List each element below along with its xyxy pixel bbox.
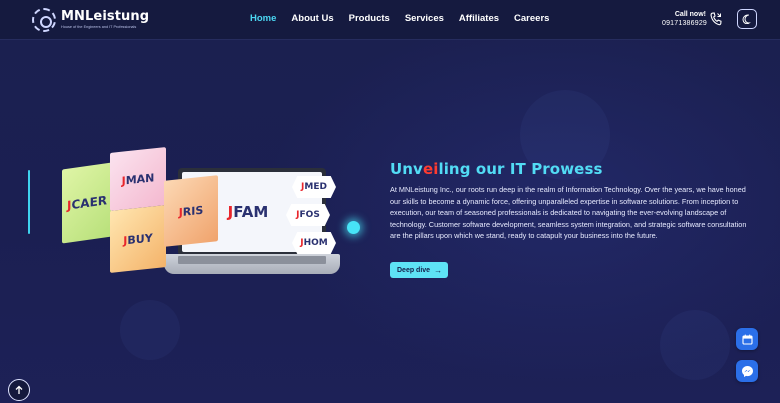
product-hex-fos: J FOS	[286, 204, 330, 226]
calendar-icon	[741, 334, 753, 345]
hex-label: HOM	[303, 238, 328, 248]
hero-title-suffix: ling our IT Prowess	[438, 160, 603, 178]
messenger-button[interactable]	[736, 360, 758, 382]
theme-toggle-button[interactable]	[737, 9, 757, 29]
hero-title-prefix: Unv	[390, 160, 423, 178]
call-now[interactable]: Call now! 09171386929	[662, 10, 708, 28]
card-label: MAN	[125, 170, 155, 187]
card-label: BUY	[127, 230, 153, 247]
deep-dive-label: Deep dive	[397, 266, 431, 274]
brand-name: MNLeistung	[61, 9, 150, 24]
gear-logo-icon	[32, 8, 56, 32]
main-nav: Home About Us Products Services Affiliat…	[250, 13, 564, 25]
bokeh-decoration	[120, 300, 180, 360]
navbar: MNLeistung House of the Engineers and IT…	[0, 0, 780, 40]
moon-icon	[742, 14, 751, 24]
arrow-right-icon: →	[434, 265, 443, 275]
bokeh-decoration	[660, 310, 730, 380]
card-label: CAER	[71, 193, 107, 213]
hero-title: Unveiling our IT Prowess	[390, 160, 603, 178]
hero-description: At MNLeistung Inc., our roots run deep i…	[390, 185, 747, 241]
product-hex-med: J MED	[292, 176, 336, 198]
product-card-ris: J RIS	[164, 175, 218, 247]
nav-services[interactable]: Services	[405, 13, 444, 25]
product-card-buy: J BUY	[110, 205, 166, 273]
call-now-label: Call now!	[674, 11, 706, 18]
nav-products[interactable]: Products	[349, 13, 390, 25]
brand-text: MNLeistung House of the Engineers and IT…	[61, 10, 149, 30]
deep-dive-button[interactable]: Deep dive →	[390, 262, 449, 278]
glow-dot	[347, 221, 360, 234]
scroll-to-top-button[interactable]	[8, 379, 30, 401]
nav-careers[interactable]: Careers	[514, 13, 549, 25]
card-label: FAM	[233, 203, 269, 221]
brand-logo[interactable]: MNLeistung House of the Engineers and IT…	[32, 6, 149, 34]
product-hex-hom: J HOM	[292, 232, 336, 254]
product-card-fam: J FAM	[218, 192, 278, 232]
phone-icon[interactable]	[710, 12, 722, 26]
product-card-caer: J CAER	[62, 162, 112, 244]
hex-label: MED	[304, 182, 327, 192]
brand-tagline: House of the Engineers and IT Profession…	[61, 25, 137, 29]
calendar-button[interactable]	[736, 328, 758, 350]
nav-home[interactable]: Home	[250, 13, 276, 25]
phone-number: 09171386929	[662, 20, 708, 27]
hero-accent-bar	[28, 170, 30, 234]
card-label: RIS	[182, 203, 204, 219]
arrow-up-icon	[15, 385, 23, 394]
product-illustration: J CAER J MAN J BUY J RIS J FAM J MED J FOS J HOM	[60, 147, 360, 278]
hex-label: FOS	[299, 210, 320, 220]
nav-affiliates[interactable]: Affiliates	[459, 13, 499, 25]
product-card-man: J MAN	[110, 147, 166, 211]
laptop-keyboard	[178, 256, 326, 264]
messenger-icon	[741, 365, 753, 377]
hero-title-accent: ei	[422, 160, 439, 178]
nav-about-us[interactable]: About Us	[291, 13, 333, 25]
